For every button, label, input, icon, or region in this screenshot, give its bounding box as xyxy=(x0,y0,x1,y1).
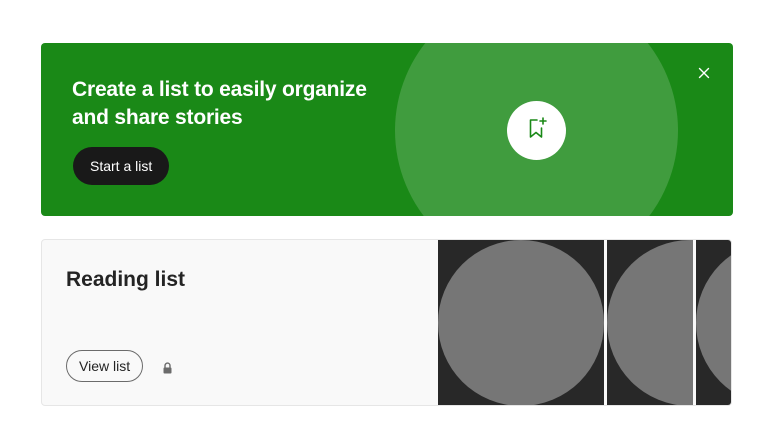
lock-icon xyxy=(162,361,173,374)
bookmark-add-badge xyxy=(507,101,566,160)
story-thumbnail xyxy=(607,240,693,405)
story-thumbnail xyxy=(696,240,731,405)
reading-list-card[interactable]: Reading list View list xyxy=(41,239,732,406)
promo-title: Create a list to easily organize and sha… xyxy=(72,78,367,129)
view-list-button[interactable]: View list xyxy=(66,350,144,382)
create-list-promo-banner: Create a list to easily organize and sha… xyxy=(41,43,733,216)
start-a-list-button[interactable]: Start a list xyxy=(73,147,170,185)
reading-list-title[interactable]: Reading list xyxy=(66,266,185,294)
close-promo-button[interactable] xyxy=(693,64,715,86)
story-thumbnail xyxy=(438,240,604,405)
thumbnail-placeholder-image xyxy=(607,240,693,405)
thumbnail-placeholder-image xyxy=(696,240,731,405)
story-preview-thumbnails xyxy=(438,240,731,405)
thumbnail-placeholder-image xyxy=(438,240,604,405)
bookmark-add-icon xyxy=(524,115,550,146)
close-icon xyxy=(698,66,710,84)
lists-page: Create a list to easily organize and sha… xyxy=(0,0,766,444)
